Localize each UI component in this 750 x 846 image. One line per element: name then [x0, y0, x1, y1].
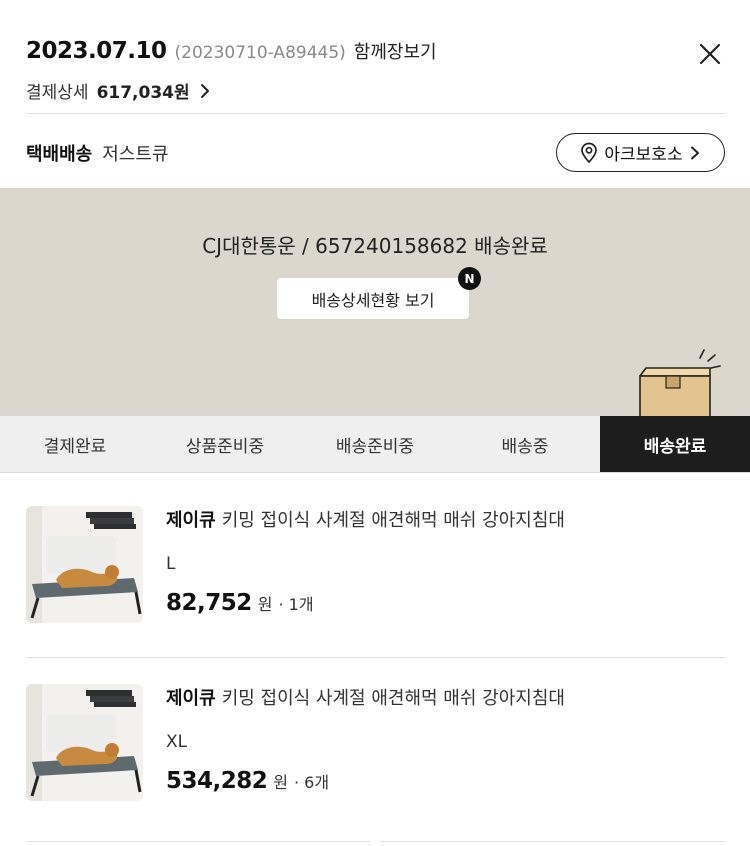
close-button[interactable]: [694, 38, 726, 70]
order-number: (20230710-A89445): [174, 43, 346, 63]
item-divider: [380, 841, 726, 842]
product-currency: 원: [273, 773, 288, 792]
order-progress-steps: 결제완료 상품준비중 배송준비중 배송중 배송완료: [0, 416, 750, 473]
step-payment-complete: 결제완료: [43, 436, 107, 457]
product-item[interactable]: 제이큐 키밍 접이식 사계절 애견해먹 매쉬 강아지침대 XL 534,282 원…: [26, 684, 726, 824]
product-name: 키밍 접이식 사계절 애견해먹 매쉬 강아지침대: [221, 510, 565, 531]
product-currency: 원: [257, 595, 273, 614]
shipping-seller: 저스트큐: [102, 144, 169, 165]
tracking-status-text: CJ대한통운 / 657240158682 배송완료: [202, 234, 548, 258]
step-preparing-shipment: 배송준비중: [335, 436, 415, 457]
product-price-line: 82,752 원 · 1개: [166, 590, 726, 616]
order-info-line: 2023.07.10 (20230710-A89445) 함께장보기: [26, 38, 437, 64]
box-icon: [639, 349, 721, 418]
shipping-info: 택배배송 저스트큐: [26, 140, 169, 166]
close-icon: [699, 43, 721, 65]
pickup-location-label: 아크보호소: [604, 145, 683, 165]
location-pin-icon: [581, 142, 598, 163]
product-image: [26, 684, 143, 801]
payment-detail-label: 결제상세: [26, 83, 89, 103]
product-brand: 제이큐: [166, 688, 216, 709]
product-item[interactable]: 제이큐 키밍 접이식 사계절 애견해먹 매쉬 강아지침대 L 82,752 원 ·…: [26, 506, 726, 646]
shipping-type: 택배배송: [26, 144, 93, 165]
item-divider: [26, 841, 370, 842]
step-delivered: 배송완료: [600, 416, 750, 472]
product-image: [26, 506, 143, 623]
together-shopping-label: 함께장보기: [353, 42, 437, 63]
product-brand: 제이큐: [166, 510, 216, 531]
product-name-line: 제이큐 키밍 접이식 사계절 애견해먹 매쉬 강아지침대: [166, 684, 726, 710]
tracking-panel: CJ대한통운 / 657240158682 배송완료 배송상세현황 보기 N: [0, 188, 750, 418]
order-date: 2023.07.10: [26, 38, 167, 64]
product-option: L: [166, 554, 176, 574]
step-in-transit: 배송중: [501, 436, 549, 457]
product-info: 제이큐 키밍 접이식 사계절 애견해먹 매쉬 강아지침대 L 82,752 원 ·…: [166, 506, 726, 616]
step-preparing-product: 상품준비중: [185, 436, 265, 457]
header-divider: [26, 113, 726, 114]
product-info: 제이큐 키밍 접이식 사계절 애견해먹 매쉬 강아지침대 XL 534,282 원…: [166, 684, 726, 794]
product-price: 82,752: [166, 590, 252, 616]
chevron-right-icon: [690, 146, 699, 159]
new-badge: N: [458, 267, 481, 290]
product-name-line: 제이큐 키밍 접이식 사계절 애견해먹 매쉬 강아지침대: [166, 506, 726, 532]
item-divider: [26, 657, 726, 658]
product-quantity: · 6개: [294, 773, 330, 792]
pickup-location-button[interactable]: 아크보호소: [556, 133, 725, 172]
order-header: 2023.07.10 (20230710-A89445) 함께장보기 결제상세 …: [0, 0, 750, 188]
product-name: 키밍 접이식 사계절 애견해먹 매쉬 강아지침대: [221, 688, 565, 709]
product-quantity: · 1개: [278, 595, 314, 614]
chevron-right-icon: [200, 83, 209, 98]
delivery-detail-button[interactable]: 배송상세현황 보기: [277, 278, 469, 319]
product-price-line: 534,282 원 · 6개: [166, 768, 726, 794]
payment-detail-link[interactable]: 결제상세 617,034원: [26, 78, 212, 103]
payment-amount: 617,034원: [96, 83, 190, 103]
product-price: 534,282: [166, 768, 268, 794]
product-option: XL: [166, 732, 188, 752]
